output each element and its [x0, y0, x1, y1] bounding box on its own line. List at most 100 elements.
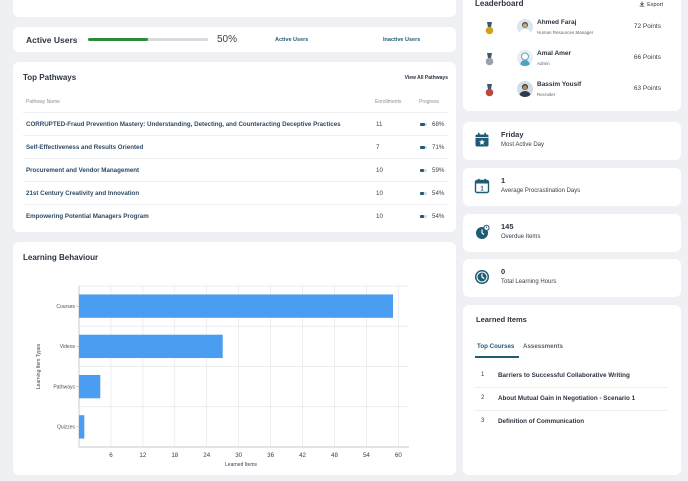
chart-bar: [79, 294, 394, 318]
bronze-medal-icon: [485, 84, 494, 97]
pathway-progress: 68%: [432, 121, 445, 128]
learned-item-rank: 1: [481, 372, 485, 378]
pathway-name[interactable]: Empowering Potential Managers Program: [26, 213, 149, 220]
chart-y-tick-label: Courses: [56, 304, 75, 310]
top-pathways-title: Top Pathways: [23, 73, 77, 82]
top-pathways-card: Top Pathways View All Pathways Pathway N…: [13, 62, 456, 232]
pathway-progress: 71%: [432, 144, 445, 151]
summary-card: [13, 0, 456, 17]
stat-caption: Total Learning Hours: [501, 279, 557, 285]
pathway-progress-fill: [420, 215, 424, 218]
chart-x-axis-label: Learned Items: [225, 462, 257, 468]
stat-card-learning-hours: 0 Total Learning Hours: [463, 259, 681, 297]
pathway-row[interactable]: Empowering Potential Managers Program 10…: [23, 204, 448, 227]
leaderboard-entry[interactable]: Ahmed Faraj Human Resources Manager 72 P…: [463, 11, 681, 41]
pathway-progress: 59%: [432, 167, 445, 174]
chart-x-tick-label: 24: [203, 452, 210, 459]
leaderboard-points: 66 Points: [633, 54, 661, 61]
stat-value: 0: [501, 267, 506, 276]
export-label: Export: [647, 2, 663, 8]
leaderboard-name: Ahmed Faraj: [537, 19, 577, 26]
view-all-pathways-button[interactable]: View All Pathways: [405, 75, 448, 81]
leaderboard-entry[interactable]: Bassim Yousif Recruiter 63 Points: [463, 73, 681, 103]
inactive-users-link[interactable]: Inactive Users: [383, 37, 420, 43]
pathway-name[interactable]: Procurement and Vendor Management: [26, 167, 139, 174]
tab-assessments[interactable]: Assessments: [523, 343, 563, 350]
pathway-enrollments: 10: [376, 213, 383, 220]
pathway-row[interactable]: Procurement and Vendor Management 10 59%: [23, 158, 448, 181]
leaderboard-card: Leaderboard Export Ahmed Faraj Human Res…: [463, 0, 681, 111]
pathway-enrollments: 10: [376, 167, 383, 174]
learned-item[interactable]: 2 About Mutual Gain in Negotiation - Sce…: [475, 388, 668, 411]
pathway-progress-fill: [420, 123, 425, 126]
leaderboard-entry[interactable]: Amal Amer Admin 66 Points: [463, 42, 681, 72]
learned-item[interactable]: 3 Definition of Communication: [475, 411, 668, 434]
pathway-row[interactable]: 21st Century Creativity and Innovation 1…: [23, 181, 448, 204]
chart-x-tick-label: 36: [267, 452, 274, 459]
learned-item-rank: 2: [481, 395, 485, 401]
stat-card-most-active-day: Friday Most Active Day: [463, 122, 681, 160]
learned-item-name[interactable]: Barriers to Successful Collaborative Wri…: [498, 372, 630, 379]
avatar: [517, 81, 533, 97]
stat-card-overdue: 145 Overdue Items: [463, 214, 681, 252]
column-header-pathway-name: Pathway Name: [26, 99, 60, 105]
active-users-percent: 50%: [217, 34, 238, 45]
active-users-card: Active Users 50% Active Users Inactive U…: [13, 27, 456, 52]
pathway-progress: 54%: [432, 213, 445, 220]
pathway-name[interactable]: 21st Century Creativity and Innovation: [26, 190, 139, 197]
stat-value: 145: [501, 222, 514, 231]
pathway-name[interactable]: CORRUPTED-Fraud Prevention Mastery: Unde…: [26, 121, 341, 128]
learned-item-name[interactable]: Definition of Communication: [498, 418, 584, 425]
leaderboard-name: Amal Amer: [537, 50, 572, 57]
chart-x-tick-label: 60: [395, 452, 402, 459]
silver-medal-icon: [485, 53, 494, 66]
chart-y-tick-label: Pathways: [53, 384, 75, 390]
avatar: [517, 50, 533, 66]
tab-top-courses[interactable]: Top Courses: [477, 343, 514, 350]
pathway-enrollments: 11: [376, 121, 383, 128]
leaderboard-role: Recruiter: [537, 92, 556, 97]
clock-icon: [475, 270, 489, 284]
stat-value: Friday: [501, 130, 524, 139]
calendar-star-icon: [475, 132, 489, 147]
pathway-enrollments: 10: [376, 190, 383, 197]
chart-bar: [79, 415, 85, 439]
column-header-progress: Progress: [419, 99, 440, 105]
pathway-progress: 54%: [432, 190, 445, 197]
chart-x-tick-label: 42: [299, 452, 306, 459]
pathway-row[interactable]: CORRUPTED-Fraud Prevention Mastery: Unde…: [23, 112, 448, 135]
leaderboard-role: Admin: [537, 61, 550, 66]
stat-caption: Overdue Items: [501, 234, 541, 240]
pathway-enrollments: 7: [376, 144, 380, 151]
chart-x-tick-label: 54: [363, 452, 370, 459]
learned-item-rank: 3: [481, 418, 485, 424]
learned-item-name[interactable]: About Mutual Gain in Negotiation - Scena…: [498, 395, 635, 402]
pathway-name[interactable]: Self-Effectiveness and Results Oriented: [26, 144, 143, 151]
stat-value: 1: [501, 176, 506, 185]
active-users-label: Active Users: [26, 35, 78, 45]
learned-item[interactable]: 1 Barriers to Successful Collaborative W…: [475, 365, 668, 388]
download-icon: [639, 1, 645, 7]
stat-caption: Most Active Day: [501, 142, 545, 148]
calendar-one-icon: 1: [474, 178, 490, 194]
pathway-row[interactable]: Self-Effectiveness and Results Oriented …: [23, 135, 448, 158]
pathway-progress-bar: [420, 192, 427, 195]
active-users-progress-bar: [88, 38, 208, 41]
active-users-link[interactable]: Active Users: [275, 37, 308, 43]
pathway-progress-bar: [420, 169, 427, 172]
pathway-progress-bar: [420, 146, 427, 149]
export-button[interactable]: Export: [639, 1, 663, 8]
stat-card-procrastination: 1 1 Average Procrastination Days: [463, 168, 681, 206]
svg-text:1: 1: [480, 187, 484, 193]
leaderboard-points: 72 Points: [633, 23, 661, 30]
active-tab-indicator: [475, 356, 519, 358]
leaderboard-title: Leaderboard: [475, 0, 524, 8]
chart-bar: [79, 334, 223, 359]
avatar: [517, 19, 533, 35]
chart-x-tick-label: 18: [171, 452, 178, 459]
chart-y-tick-label: Quizzes: [57, 425, 76, 431]
stat-caption: Average Procrastination Days: [501, 188, 581, 194]
learned-items-card: Learned Items Top Courses Assessments 1 …: [463, 305, 681, 475]
overdue-clock-icon: [476, 224, 490, 239]
pathway-progress-bar: [420, 215, 427, 218]
